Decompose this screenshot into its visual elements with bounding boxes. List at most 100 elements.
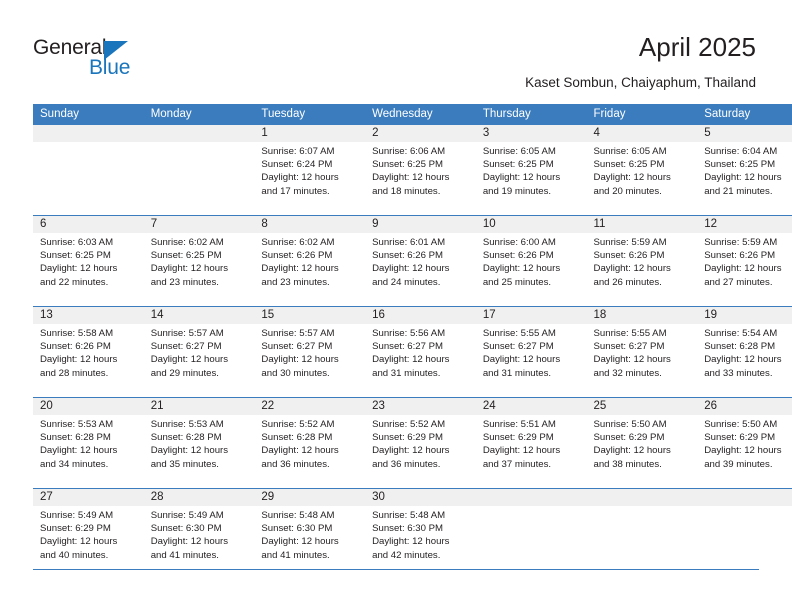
day-detail-line: Sunset: 6:26 PM [704, 250, 776, 262]
day-detail-line: Sunset: 6:30 PM [150, 523, 222, 535]
day-detail-line: Sunrise: 5:54 AM [704, 328, 778, 339]
day-detail-line: and 32 minutes. [593, 367, 662, 379]
day-detail-line: Daylight: 12 hours [40, 536, 118, 548]
day-cell[interactable]: 3 Sunrise: 6:05 AM Sunset: 6:25 PM Daylight… [475, 125, 587, 216]
day-cell[interactable]: 16 Sunrise: 5:56 AM Sunset: 6:27 PM Dayligh… [365, 306, 476, 398]
day-details: Sunrise: 6:02 AM Sunset: 6:25 PM Daylight:… [144, 233, 255, 289]
day-detail-line: Sunrise: 5:56 AM [372, 328, 446, 339]
day-cell[interactable]: 24 Sunrise: 5:51 AM Sunset: 6:29 PM Dayligh… [475, 397, 587, 489]
day-cell[interactable]: 28 Sunrise: 5:49 AM Sunset: 6:30 PM Dayligh… [143, 488, 255, 579]
day-detail-line: Sunrise: 6:06 AM [372, 146, 446, 157]
day-details: Sunrise: 5:48 AM Sunset: 6:30 PM Daylight:… [365, 506, 476, 562]
day-cell[interactable]: 12 Sunrise: 5:59 AM Sunset: 6:26 PM Dayligh… [697, 215, 792, 307]
logo-text-blue: Blue [89, 56, 131, 79]
day-details: Sunrise: 5:49 AM Sunset: 6:29 PM Daylight:… [33, 506, 144, 562]
day-detail-line: Daylight: 12 hours [372, 263, 450, 275]
day-detail-line: Daylight: 12 hours [261, 445, 339, 457]
day-number: 23 [365, 398, 476, 415]
weekday-header-sunday: Sunday [33, 104, 144, 125]
day-detail-line: and 24 minutes. [372, 276, 441, 288]
day-number: 25 [586, 398, 698, 415]
calendar-week-row: 20 Sunrise: 5:53 AM Sunset: 6:28 PM Dayligh… [33, 397, 792, 489]
day-number: 30 [365, 489, 476, 506]
day-number: 11 [586, 216, 698, 233]
day-details: Sunrise: 5:56 AM Sunset: 6:27 PM Daylight:… [365, 324, 476, 380]
day-detail-line: and 36 minutes. [372, 458, 441, 470]
day-number: 13 [33, 307, 144, 324]
day-cell[interactable]: 7 Sunrise: 6:02 AM Sunset: 6:25 PM Daylight… [143, 215, 255, 307]
day-cell[interactable]: 1 Sunrise: 6:07 AM Sunset: 6:24 PM Daylight… [254, 125, 366, 216]
day-cell[interactable]: 11 Sunrise: 5:59 AM Sunset: 6:26 PM Dayligh… [586, 215, 698, 307]
day-cell[interactable]: 27 Sunrise: 5:49 AM Sunset: 6:29 PM Dayligh… [33, 488, 144, 579]
day-number: 15 [254, 307, 366, 324]
day-detail-line: and 23 minutes. [150, 276, 219, 288]
day-cell[interactable]: 19 Sunrise: 5:54 AM Sunset: 6:28 PM Dayligh… [697, 306, 792, 398]
calendar-header-row: Sunday Monday Tuesday Wednesday Thursday Frid… [33, 104, 792, 125]
day-cell[interactable]: 5 Sunrise: 6:04 AM Sunset: 6:25 PM Daylight… [697, 125, 792, 216]
day-detail-line: Sunrise: 5:52 AM [261, 419, 335, 430]
day-cell[interactable]: 10 Sunrise: 6:00 AM Sunset: 6:26 PM Dayligh… [475, 215, 587, 307]
day-number [697, 489, 792, 506]
day-number: 22 [254, 398, 366, 415]
day-details: Sunrise: 6:01 AM Sunset: 6:26 PM Daylight:… [365, 233, 476, 289]
day-detail-line: Sunrise: 5:48 AM [261, 510, 335, 521]
day-detail-line: and 37 minutes. [482, 458, 552, 470]
day-detail-line: Daylight: 12 hours [40, 354, 118, 366]
day-cell[interactable]: 13 Sunrise: 5:58 AM Sunset: 6:26 PM Dayligh… [33, 306, 144, 398]
day-cell[interactable]: 26 Sunrise: 5:50 AM Sunset: 6:29 PM Dayligh… [697, 397, 792, 489]
day-cell[interactable]: 4 Sunrise: 6:05 AM Sunset: 6:25 PM Daylight… [586, 125, 698, 216]
day-cell[interactable]: 9 Sunrise: 6:01 AM Sunset: 6:26 PM Daylight… [365, 215, 476, 307]
day-details: Sunrise: 5:50 AM Sunset: 6:29 PM Daylight:… [587, 415, 698, 471]
day-detail-line: Sunrise: 6:02 AM [150, 237, 224, 248]
day-details: Sunrise: 5:58 AM Sunset: 6:26 PM Daylight:… [33, 324, 144, 380]
general-blue-logo: General Blue [33, 36, 153, 82]
day-detail-line: and 35 minutes. [150, 458, 219, 470]
day-detail-line: Sunset: 6:27 PM [372, 341, 444, 353]
day-detail-line: Sunset: 6:27 PM [593, 341, 665, 353]
day-number: 17 [475, 307, 587, 324]
day-detail-line: Sunset: 6:29 PM [372, 432, 444, 444]
day-detail-line: Sunrise: 5:48 AM [372, 510, 446, 521]
day-cell[interactable]: 30 Sunrise: 5:48 AM Sunset: 6:30 PM Dayligh… [365, 488, 476, 579]
day-details: Sunrise: 5:53 AM Sunset: 6:28 PM Daylight:… [144, 415, 255, 471]
day-details: Sunrise: 5:52 AM Sunset: 6:29 PM Daylight:… [365, 415, 476, 471]
day-detail-line: Sunrise: 5:59 AM [704, 237, 778, 248]
day-details: Sunrise: 5:57 AM Sunset: 6:27 PM Daylight:… [144, 324, 255, 380]
day-detail-line: Daylight: 12 hours [261, 536, 339, 548]
day-cell[interactable]: 8 Sunrise: 6:02 AM Sunset: 6:26 PM Daylight… [254, 215, 366, 307]
calendar-week-row: 6 Sunrise: 6:03 AM Sunset: 6:25 PM Daylight… [33, 215, 792, 307]
day-cell[interactable]: 20 Sunrise: 5:53 AM Sunset: 6:28 PM Dayligh… [33, 397, 144, 489]
day-cell[interactable]: 21 Sunrise: 5:53 AM Sunset: 6:28 PM Dayligh… [143, 397, 255, 489]
day-detail-line: Sunset: 6:27 PM [482, 341, 554, 353]
day-detail-line: Sunset: 6:29 PM [40, 523, 111, 535]
day-details: Sunrise: 5:48 AM Sunset: 6:30 PM Daylight:… [254, 506, 365, 562]
day-detail-line: and 20 minutes. [593, 185, 662, 197]
day-detail-line: Sunset: 6:27 PM [261, 341, 333, 353]
day-number: 27 [33, 489, 144, 506]
day-cell[interactable]: 14 Sunrise: 5:57 AM Sunset: 6:27 PM Dayligh… [143, 306, 255, 398]
day-detail-line: Sunrise: 5:50 AM [704, 419, 778, 430]
day-detail-line: and 31 minutes. [482, 367, 552, 379]
day-detail-line: Daylight: 12 hours [150, 445, 229, 457]
day-cell[interactable]: 2 Sunrise: 6:06 AM Sunset: 6:25 PM Daylight… [365, 125, 476, 216]
day-cell[interactable]: 6 Sunrise: 6:03 AM Sunset: 6:25 PM Daylight… [33, 215, 144, 307]
day-detail-line: Daylight: 12 hours [593, 263, 671, 275]
day-detail-line: Sunrise: 5:49 AM [40, 510, 114, 521]
day-number: 21 [143, 398, 255, 415]
day-detail-line: Sunset: 6:28 PM [704, 341, 776, 353]
day-cell[interactable]: 25 Sunrise: 5:50 AM Sunset: 6:29 PM Dayligh… [586, 397, 698, 489]
day-cell[interactable]: 17 Sunrise: 5:55 AM Sunset: 6:27 PM Dayligh… [475, 306, 587, 398]
day-cell[interactable]: 22 Sunrise: 5:52 AM Sunset: 6:28 PM Dayligh… [254, 397, 366, 489]
calendar-week-row: 27 Sunrise: 5:49 AM Sunset: 6:29 PM Dayligh… [33, 488, 792, 579]
day-detail-line: and 22 minutes. [40, 276, 109, 288]
day-number: 3 [475, 125, 587, 142]
calendar-week-row: 1 Sunrise: 6:07 AM Sunset: 6:24 PM Daylight… [33, 125, 792, 216]
day-cell[interactable]: 18 Sunrise: 5:55 AM Sunset: 6:27 PM Dayligh… [586, 306, 698, 398]
day-cell[interactable]: 23 Sunrise: 5:52 AM Sunset: 6:29 PM Dayligh… [365, 397, 476, 489]
day-detail-line: Sunrise: 6:05 AM [482, 146, 556, 157]
day-detail-line: and 42 minutes. [372, 549, 441, 561]
day-details: Sunrise: 6:02 AM Sunset: 6:26 PM Daylight:… [254, 233, 365, 289]
day-details: Sunrise: 6:04 AM Sunset: 6:25 PM Daylight:… [697, 142, 792, 198]
day-cell[interactable]: 15 Sunrise: 5:57 AM Sunset: 6:27 PM Dayligh… [254, 306, 366, 398]
day-cell[interactable]: 29 Sunrise: 5:48 AM Sunset: 6:30 PM Dayligh… [254, 488, 366, 579]
